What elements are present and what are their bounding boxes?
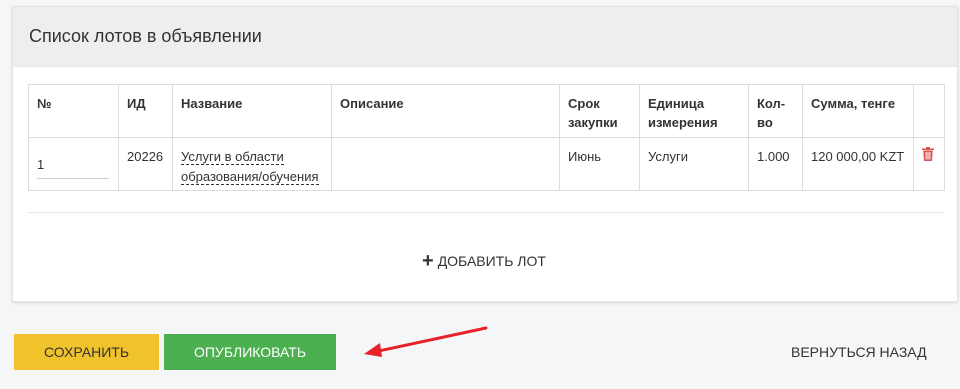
cell-actions <box>913 137 945 191</box>
arrow-annotation <box>364 326 488 357</box>
cell-qty: 1.000 <box>748 137 803 191</box>
cell-name: Услуги в области образования/обучения <box>172 137 332 191</box>
header-unit-line1: Единица <box>648 96 705 111</box>
add-lot-button[interactable]: + ДОБАВИТЬ ЛОТ <box>422 250 546 272</box>
save-button[interactable]: СОХРАНИТЬ <box>14 334 159 370</box>
header-num: № <box>28 84 119 138</box>
publish-button[interactable]: ОПУБЛИКОВАТЬ <box>164 334 336 370</box>
header-id: ИД <box>118 84 173 138</box>
lots-panel: Список лотов в объявлении № ИД Название … <box>12 6 958 302</box>
lot-name-link-line2[interactable]: образования/обучения <box>181 169 319 185</box>
lot-name-line1: Услуги в области <box>181 149 284 164</box>
header-sum: Сумма, тенге <box>802 84 914 138</box>
header-qty-line1: Кол- <box>757 96 786 111</box>
cell-sum: 120 000,00 KZT <box>802 137 914 191</box>
cell-num <box>28 137 119 191</box>
header-qty-line2: во <box>757 115 773 130</box>
table-row: 20226 Услуги в области образования/обуче… <box>28 137 945 191</box>
header-name: Название <box>172 84 332 138</box>
lots-table: № ИД Название Описание Срок закупки Един… <box>28 84 945 191</box>
header-term: Срок закупки <box>559 84 640 138</box>
header-unit: Единица измерения <box>639 84 749 138</box>
add-lot-label: ДОБАВИТЬ ЛОТ <box>437 253 546 269</box>
header-actions <box>913 84 945 138</box>
table-header-row: № ИД Название Описание Срок закупки Един… <box>28 84 945 138</box>
lot-name-link[interactable]: Услуги в области <box>181 149 284 165</box>
header-term-line1: Срок <box>568 96 600 111</box>
lot-name-line2: образования/обучения <box>181 169 319 184</box>
page: Список лотов в объявлении № ИД Название … <box>0 0 960 389</box>
header-description: Описание <box>331 84 560 138</box>
cell-unit: Услуги <box>639 137 749 191</box>
header-term-line2: закупки <box>568 115 618 130</box>
header-qty: Кол- во <box>748 84 803 138</box>
back-link[interactable]: ВЕРНУТЬСЯ НАЗАД <box>791 344 927 360</box>
cell-term: Июнь <box>559 137 640 191</box>
header-unit-line2: измерения <box>648 115 718 130</box>
plus-icon: + <box>422 250 434 272</box>
cell-description <box>331 137 560 191</box>
panel-title: Список лотов в объявлении <box>13 7 957 67</box>
divider <box>28 212 944 213</box>
lot-number-input[interactable] <box>37 151 109 179</box>
trash-icon[interactable] <box>922 147 934 166</box>
cell-id: 20226 <box>118 137 173 191</box>
